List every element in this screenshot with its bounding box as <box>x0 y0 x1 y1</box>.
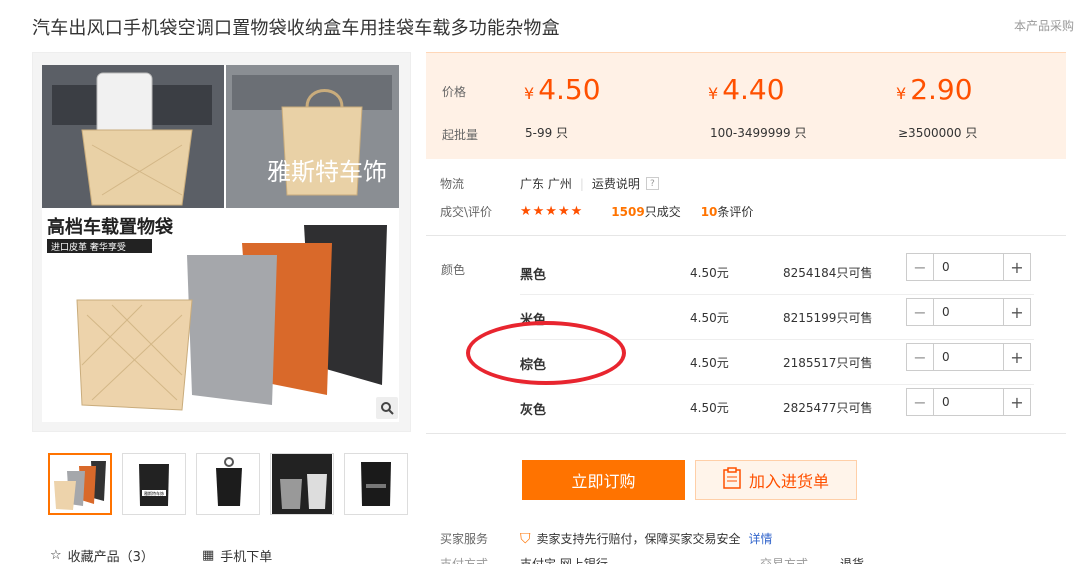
deals-label: 成交\评价 <box>440 205 493 219</box>
banner-subtitle: 进口皮革 奢华享受 <box>51 241 126 253</box>
quantity-input[interactable]: 0 <box>933 299 1004 325</box>
sku-stock: 8215199只可售 <box>783 311 873 325</box>
gallery-actions: ☆ 收藏产品（3） ▦ 手机下单 <box>50 546 272 564</box>
header-right-note[interactable]: 本产品采购 <box>1014 17 1074 34</box>
price-label: 价格 <box>442 85 467 99</box>
section-divider <box>426 433 1066 434</box>
thumbnail[interactable] <box>270 453 334 515</box>
quantity-stepper: − 0 + <box>906 343 1031 371</box>
ship-from-location: 广东 广州 <box>520 177 572 191</box>
banner-title: 高档车载置物袋 <box>47 216 174 238</box>
zoom-icon[interactable] <box>376 397 398 419</box>
deals-row: 成交\评价 ★★★★★ 1509只成交 10条评价 <box>440 203 753 220</box>
qty-tier-2: 100-3499999 只 <box>710 126 807 140</box>
sku-price: 4.50元 <box>690 356 729 370</box>
plus-icon[interactable]: + <box>1004 344 1030 370</box>
minus-icon[interactable]: − <box>907 344 933 370</box>
quantity-input[interactable]: 0 <box>933 389 1004 415</box>
trade-label: 交易方式 <box>760 557 809 564</box>
sold-count-wrap[interactable]: 1509只成交 <box>611 203 680 220</box>
mobile-order-action[interactable]: ▦ 手机下单 <box>202 546 272 564</box>
watermark-text: 雅斯特车饰 <box>267 158 387 186</box>
quantity-stepper: − 0 + <box>906 298 1031 326</box>
product-title: 汽车出风口手机袋空调口置物袋收纳盒车用挂袋车载多功能杂物盒 <box>32 18 560 39</box>
payment-label: 支付方式 <box>440 557 489 564</box>
plus-icon[interactable]: + <box>1004 389 1030 415</box>
plus-icon[interactable]: + <box>1004 299 1030 325</box>
trade-value: 退货 <box>840 557 865 564</box>
help-icon[interactable]: ? <box>645 177 659 190</box>
sku-name: 黑色 <box>520 268 547 283</box>
moq-label: 起批量 <box>442 128 479 142</box>
qty-tier-1: 5-99 只 <box>525 126 569 140</box>
product-photo: 雅斯特车饰 高档车载置物袋 进口皮革 奢华享受 <box>42 65 399 422</box>
price-tier-2: ¥4.40 <box>708 73 785 106</box>
sku-stock: 2185517只可售 <box>783 356 873 370</box>
add-to-cart-button[interactable]: 加入进货单 <box>695 460 857 500</box>
sku-stock: 8254184只可售 <box>783 266 873 280</box>
color-label: 颜色 <box>441 263 466 277</box>
price-tier-1: ¥4.50 <box>524 73 601 106</box>
quantity-input[interactable]: 0 <box>933 254 1004 280</box>
thumbnail[interactable] <box>344 453 408 515</box>
favorite-label: 收藏产品（3） <box>67 550 154 564</box>
qty-tier-3: ≥3500000 只 <box>898 126 978 140</box>
sku-stock: 2825477只可售 <box>783 401 873 415</box>
sku-price: 4.50元 <box>690 266 729 280</box>
thumbnail-label: 雅斯特车饰 <box>144 490 164 496</box>
star-outline-icon: ☆ <box>50 548 62 563</box>
sku-name: 灰色 <box>520 403 547 418</box>
service-text: 卖家支持先行赔付，保障买家交易安全 <box>536 532 741 546</box>
service-details-link[interactable]: 详情 <box>749 530 773 547</box>
thumbnail[interactable] <box>196 453 260 515</box>
sku-price: 4.50元 <box>690 401 729 415</box>
minus-icon[interactable]: − <box>907 299 933 325</box>
sku-price: 4.50元 <box>690 311 729 325</box>
rating-stars-icon: ★★★★★ <box>520 204 584 219</box>
plus-icon[interactable]: + <box>1004 254 1030 280</box>
sku-row-gray: 灰色 4.50元 2825477只可售 − 0 + <box>520 385 1034 430</box>
price-tier-3: ¥2.90 <box>896 73 973 106</box>
main-product-image[interactable]: 雅斯特车饰 高档车载置物袋 进口皮革 奢华享受 <box>32 52 411 432</box>
review-count-wrap[interactable]: 10条评价 <box>701 203 754 220</box>
section-divider <box>426 235 1066 236</box>
order-now-button[interactable]: 立即订购 <box>522 460 685 500</box>
thumbnail[interactable] <box>48 453 112 515</box>
thumbnail-strip: 雅斯特车饰 <box>48 453 408 515</box>
qr-code-icon: ▦ <box>201 548 215 563</box>
mobile-order-label: 手机下单 <box>220 550 273 564</box>
minus-icon[interactable]: − <box>907 389 933 415</box>
logistics-row: 物流 广东 广州 | 运费说明 ? <box>440 175 659 192</box>
thumbnail[interactable]: 雅斯特车饰 <box>122 453 186 515</box>
sku-row-black: 黑色 4.50元 8254184只可售 − 0 + <box>520 250 1034 295</box>
quantity-stepper: − 0 + <box>906 388 1031 416</box>
price-panel: 价格 起批量 ¥4.50 ¥4.40 ¥2.90 5-99 只 100-3499… <box>426 52 1066 159</box>
service-row: 买家服务 ⛉ 卖家支持先行赔付，保障买家交易安全 详情 <box>440 530 773 547</box>
guarantee-icon: ⛉ <box>520 530 531 547</box>
quantity-input[interactable]: 0 <box>933 344 1004 370</box>
quantity-stepper: − 0 + <box>906 253 1031 281</box>
product-illustration: 雅斯特车饰 高档车载置物袋 进口皮革 奢华享受 <box>42 65 399 422</box>
shipping-info-link[interactable]: 运费说明 <box>592 175 640 192</box>
favorite-action[interactable]: ☆ 收藏产品（3） <box>50 546 154 564</box>
clipboard-icon <box>723 466 741 494</box>
divider: | <box>579 176 584 191</box>
service-label: 买家服务 <box>440 532 489 546</box>
minus-icon[interactable]: − <box>907 254 933 280</box>
red-highlight-annotation <box>466 321 626 385</box>
add-to-cart-label: 加入进货单 <box>748 474 829 491</box>
logistics-label: 物流 <box>440 177 465 191</box>
payment-methods: 支付宝 网上银行 <box>520 557 608 564</box>
